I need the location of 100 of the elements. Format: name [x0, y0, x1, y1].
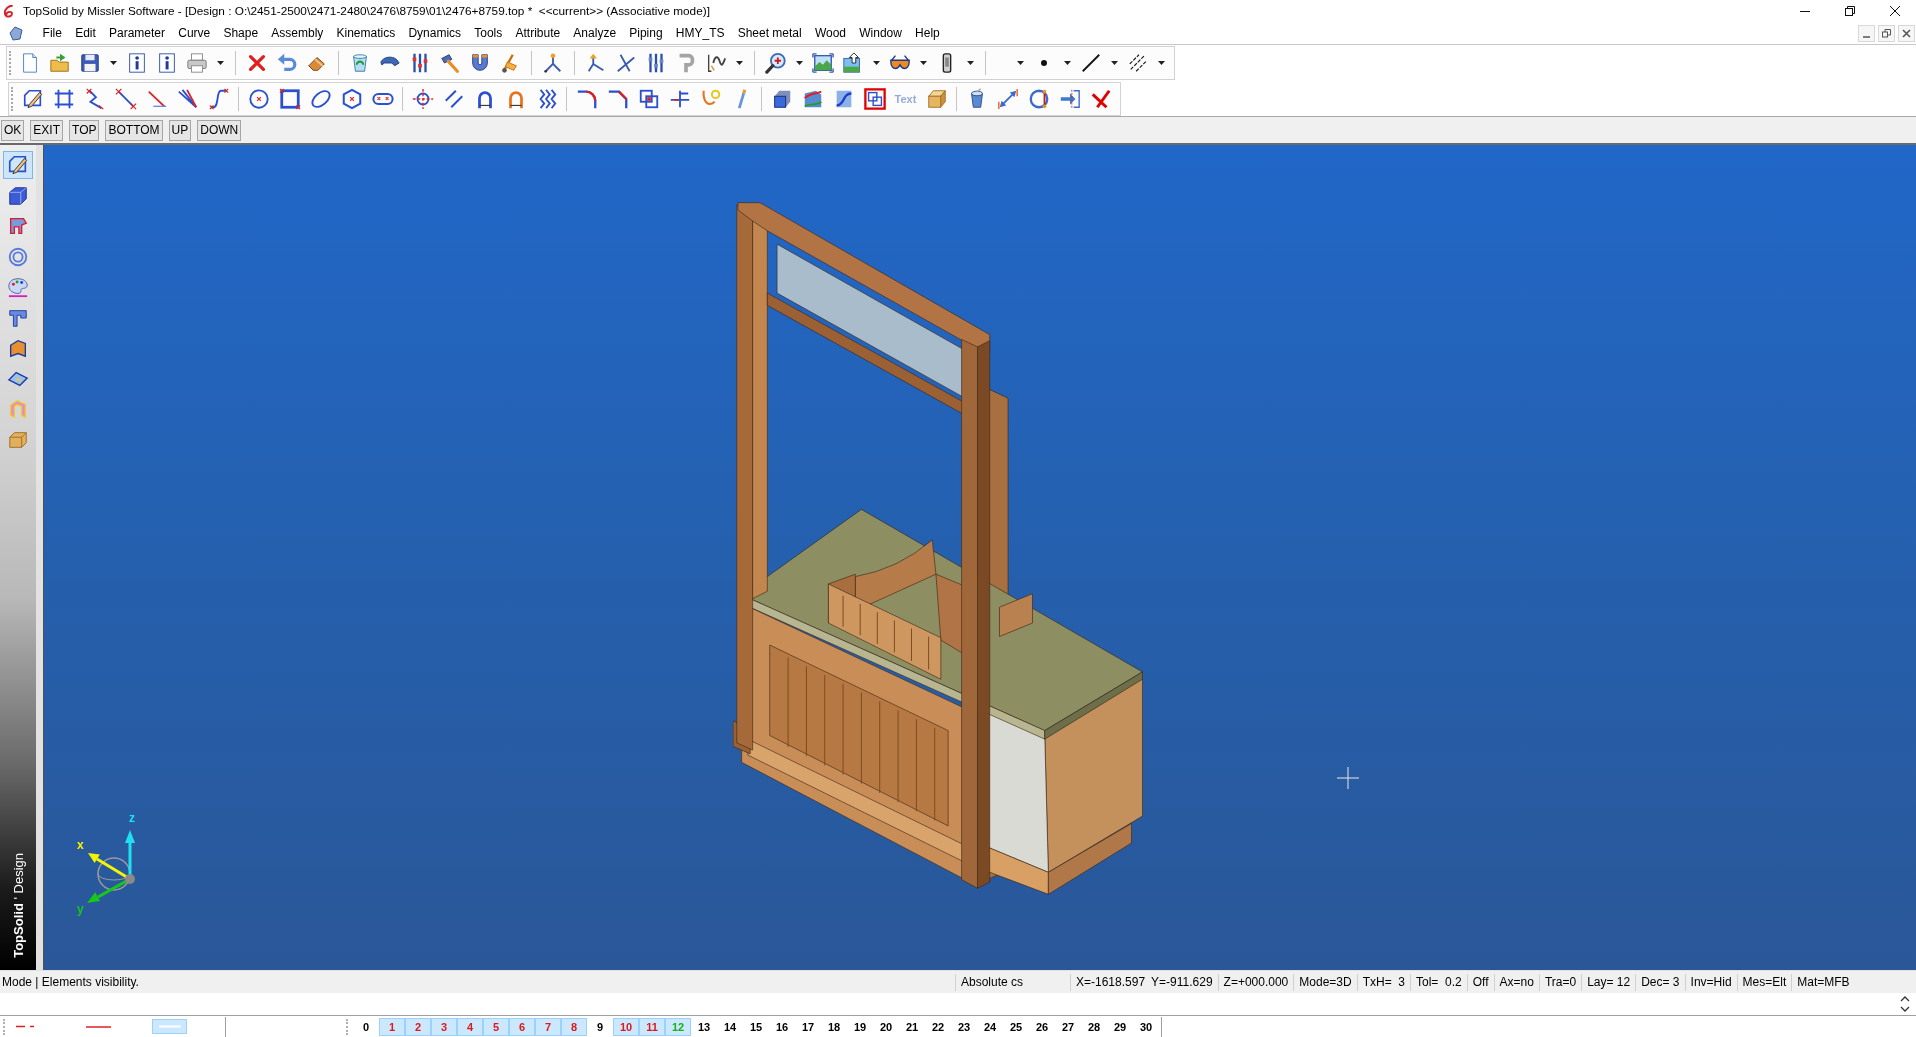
menu-item[interactable]: Shape	[216, 26, 265, 40]
document-restore-button[interactable]	[1878, 25, 1895, 42]
caret-icon[interactable]	[110, 61, 117, 65]
square-icon[interactable]	[278, 88, 301, 110]
x-mark-icon[interactable]	[246, 52, 268, 74]
layer-button[interactable]: 4	[457, 1017, 483, 1036]
chamfer-icon[interactable]	[606, 88, 629, 110]
undo-icon[interactable]	[276, 52, 298, 74]
crossed-lines-icon[interactable]	[615, 52, 637, 74]
menu-item[interactable]: Assembly	[264, 26, 330, 40]
command-button[interactable]: DOWN	[197, 119, 242, 141]
polyline-icon[interactable]	[83, 88, 106, 110]
layer-button[interactable]: 5	[483, 1017, 509, 1036]
layer-button[interactable]: 3	[431, 1017, 457, 1036]
menu-item[interactable]: Curve	[171, 26, 217, 40]
block-icon[interactable]	[925, 88, 948, 110]
branch-icon[interactable]	[542, 52, 564, 74]
dimension-arrow-icon[interactable]	[996, 88, 1019, 110]
landscape-frame-icon[interactable]	[812, 52, 834, 74]
fan-lines-icon[interactable]	[176, 88, 199, 110]
x-mark-icon[interactable]	[1089, 88, 1112, 110]
layer-button[interactable]: 7	[535, 1017, 561, 1036]
layer-button[interactable]: 19	[847, 1017, 873, 1036]
trim-lines-icon[interactable]	[668, 88, 691, 110]
command-button[interactable]: UP	[168, 119, 192, 141]
ellipse-icon[interactable]	[309, 88, 332, 110]
layer-button[interactable]: 14	[717, 1017, 743, 1036]
command-button[interactable]: EXIT	[30, 119, 63, 141]
document-close-button[interactable]	[1898, 25, 1915, 42]
menu-item[interactable]: Analyze	[566, 26, 623, 40]
line-segment-icon[interactable]	[114, 88, 137, 110]
layer-button[interactable]: 16	[769, 1017, 795, 1036]
hexagon-icon[interactable]	[340, 88, 363, 110]
caret-icon[interactable]	[967, 61, 974, 65]
menu-item[interactable]: Help	[908, 26, 947, 40]
pencil-icon[interactable]	[21, 88, 44, 110]
layer-button[interactable]: 1	[379, 1017, 405, 1036]
layer-button[interactable]: 30	[1133, 1017, 1159, 1036]
line-style-icon[interactable]	[1080, 52, 1102, 74]
point-style-icon[interactable]	[1041, 60, 1047, 66]
menu-item[interactable]: Piping	[622, 26, 670, 40]
save-icon[interactable]	[79, 52, 101, 74]
angled-line-icon[interactable]	[145, 88, 168, 110]
menu-item[interactable]: Parameter	[102, 26, 172, 40]
hammer-icon[interactable]	[439, 52, 461, 74]
caret-icon[interactable]	[1064, 61, 1071, 65]
app-icon[interactable]	[8, 25, 24, 41]
caret-icon[interactable]	[873, 61, 880, 65]
arrow-bracket-icon[interactable]	[1058, 88, 1081, 110]
layer-button[interactable]: 20	[873, 1017, 899, 1036]
layer-button[interactable]: 13	[691, 1017, 717, 1036]
layer-button[interactable]: 28	[1081, 1017, 1107, 1036]
layer-button[interactable]: 27	[1055, 1017, 1081, 1036]
menu-item[interactable]: Window	[852, 26, 909, 40]
command-button[interactable]: BOTTOM	[105, 119, 163, 141]
target-point-icon[interactable]	[411, 88, 434, 110]
layer-button[interactable]: 6	[509, 1017, 535, 1036]
menu-item[interactable]: File	[36, 26, 69, 40]
close-icon[interactable]	[1890, 6, 1900, 16]
info-document-icon[interactable]	[156, 52, 178, 74]
curve-chart-icon[interactable]	[705, 52, 727, 74]
layer-button[interactable]: 24	[977, 1017, 1003, 1036]
caret-icon[interactable]	[1017, 61, 1024, 65]
menu-item[interactable]: Tools	[467, 26, 509, 40]
menu-item[interactable]: Sheet metal	[731, 26, 809, 40]
menu-item[interactable]: Dynamics	[401, 26, 468, 40]
layer-button[interactable]: 8	[561, 1017, 587, 1036]
layer-button[interactable]: 26	[1029, 1017, 1055, 1036]
zoom-in-icon[interactable]	[765, 52, 787, 74]
circle-icon[interactable]	[247, 88, 270, 110]
layer-button[interactable]: 29	[1107, 1017, 1133, 1036]
command-button[interactable]: OK	[1, 119, 25, 141]
caret-icon[interactable]	[1111, 61, 1118, 65]
menu-item[interactable]: Wood	[808, 26, 853, 40]
layer-button[interactable]: 2	[405, 1017, 431, 1036]
layer-button[interactable]: 22	[925, 1017, 951, 1036]
surface-icon[interactable]	[801, 88, 824, 110]
layer-button[interactable]: 23	[951, 1017, 977, 1036]
layer-button[interactable]: 11	[639, 1017, 665, 1036]
arc-dimension-icon[interactable]	[1027, 88, 1050, 110]
magnet-icon[interactable]	[469, 52, 491, 74]
framed-squares-icon[interactable]	[863, 88, 886, 110]
layer-button[interactable]: 17	[795, 1017, 821, 1036]
fillet-icon[interactable]	[575, 88, 598, 110]
mode-button[interactable]	[3, 151, 33, 179]
command-button[interactable]: TOP	[69, 119, 100, 141]
layer-button[interactable]: 25	[1003, 1017, 1029, 1036]
layer-button[interactable]: 0	[353, 1017, 379, 1036]
menu-item[interactable]: Attribute	[508, 26, 567, 40]
menu-item[interactable]: Edit	[68, 26, 103, 40]
dashed-line-icon[interactable]	[16, 1025, 34, 1028]
frame-lines-icon[interactable]	[52, 88, 75, 110]
minimize-icon[interactable]	[1800, 10, 1810, 12]
info-document-icon[interactable]	[126, 52, 148, 74]
restore-icon[interactable]	[1845, 6, 1855, 16]
caret-icon[interactable]	[920, 61, 927, 65]
layer-button[interactable]: 18	[821, 1017, 847, 1036]
hatch-icon[interactable]	[1127, 52, 1149, 74]
spin-arrows-icon[interactable]	[1899, 995, 1911, 1013]
caret-icon[interactable]	[217, 61, 224, 65]
